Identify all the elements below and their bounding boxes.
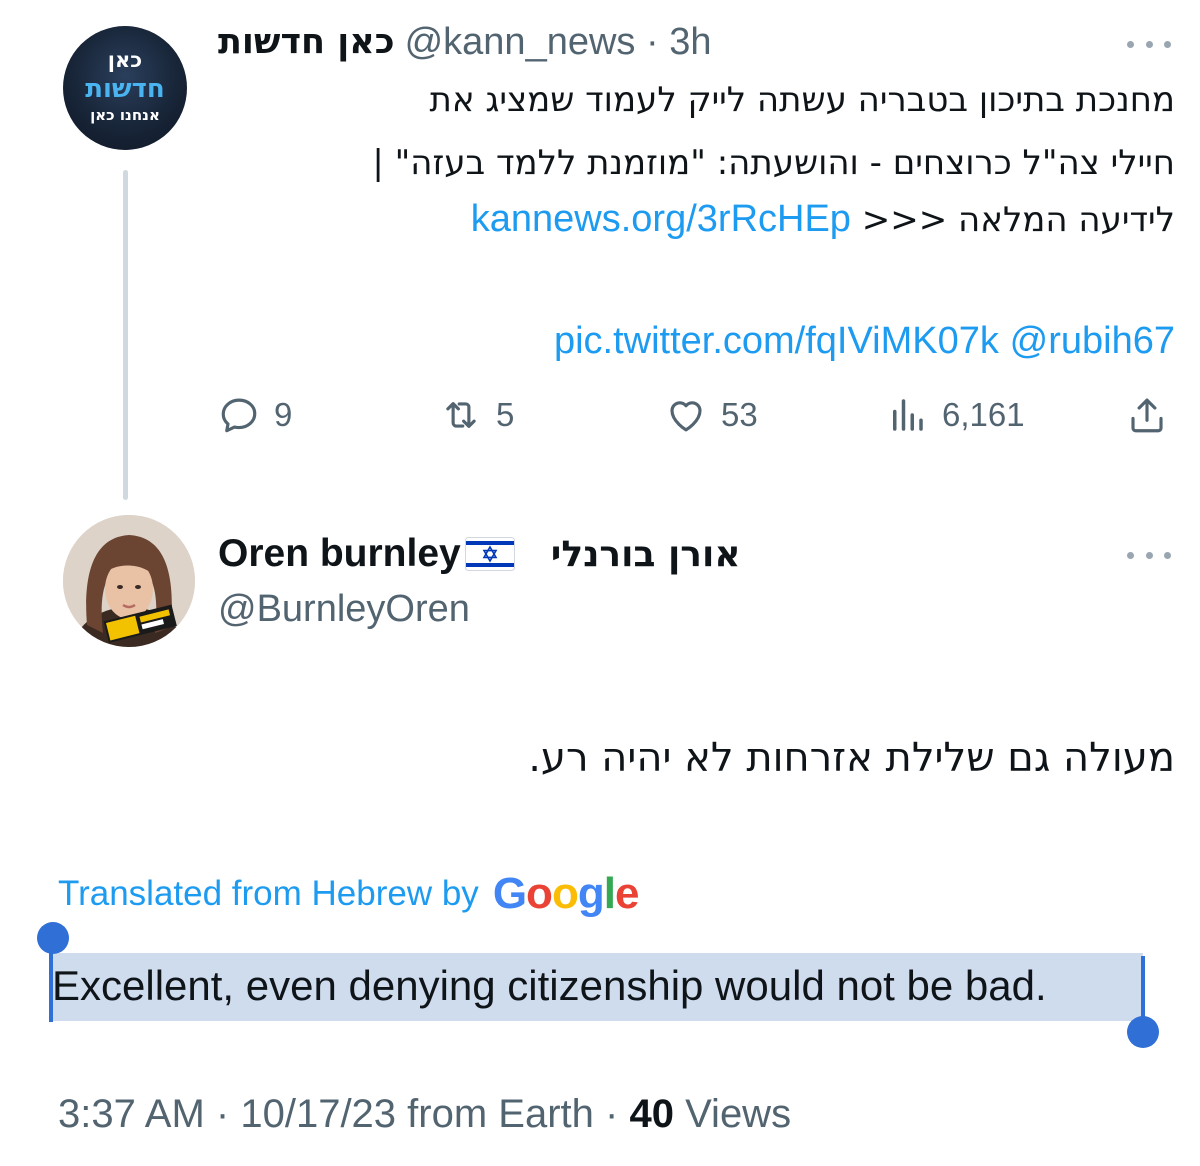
oren-avatar[interactable] <box>63 515 195 647</box>
retweet-count: 5 <box>496 396 515 433</box>
reply-text-hebrew: מעולה גם שלילת אזרחות לא יהיה רע. <box>528 735 1175 781</box>
translated-text[interactable]: Excellent, even denying citizenship woul… <box>52 962 1047 1010</box>
reply-handle[interactable]: @BurnleyOren <box>218 588 470 631</box>
avatar-portrait-image <box>63 515 195 647</box>
kann-news-avatar[interactable]: כאן חדשות אנחנו כאן <box>63 26 187 150</box>
reply-more-options-icon[interactable] <box>1127 545 1171 565</box>
parent-time-ago[interactable]: 3h <box>669 21 711 63</box>
reply-tweet-header: Oren burnley אורן בורנלי <box>218 528 741 580</box>
tweet-date[interactable]: 10/17/23 <box>240 1092 396 1136</box>
thread-connector-line <box>123 170 128 500</box>
views-count: 6,161 <box>942 396 1025 433</box>
footer-separator: · <box>215 1092 230 1136</box>
tweet-source: from Earth <box>407 1092 594 1136</box>
parent-body-line3: לידיעה המלאה <<< kannews.org/3rRcHEp <box>471 194 1175 244</box>
tweet-footer: 3:37 AM · 10/17/23 from Earth · 40 Views <box>58 1092 791 1137</box>
meta-separator: · <box>645 20 659 63</box>
share-icon <box>1131 398 1163 433</box>
selection-start-handle[interactable] <box>37 922 69 954</box>
avatar-text-line3: אנחנו כאן <box>90 106 160 124</box>
reply-icon <box>221 398 257 433</box>
retweet-icon <box>446 402 476 428</box>
parent-body-line2: חיילי צה"ל כרוצחים - והושעתה: "מוזמנת לל… <box>372 143 1175 183</box>
avatar-text-line1: כאן <box>107 48 143 72</box>
tweet-views-count[interactable]: 40 <box>629 1092 674 1136</box>
pic-link[interactable]: pic.twitter.com/fqIViMK07k <box>554 320 999 362</box>
tweet-time[interactable]: 3:37 AM <box>58 1092 205 1136</box>
selection-start-handle-bar <box>49 948 53 1022</box>
heart-icon <box>670 401 702 432</box>
parent-body-line1: מחנכת בתיכון בטבריה עשתה לייק לעמוד שמצי… <box>429 80 1175 120</box>
reply-count: 9 <box>274 396 293 433</box>
reply-display-name-hebrew[interactable]: אורן בורנלי <box>551 534 741 575</box>
selection-end-handle[interactable] <box>1127 1016 1159 1048</box>
parent-more-options-icon[interactable] <box>1127 34 1171 54</box>
translation-attribution: Translated from Hebrew by Google <box>58 866 640 922</box>
google-logo: Google <box>492 869 640 918</box>
avatar-text-line2: חדשות <box>85 74 165 104</box>
translated-from-label: Translated from Hebrew by <box>58 874 479 913</box>
mention-link[interactable]: @rubih67 <box>1010 320 1175 362</box>
like-count: 53 <box>721 396 758 433</box>
retweet-button[interactable]: 5 <box>440 390 514 440</box>
views-button[interactable]: 6,161 <box>886 390 1025 440</box>
footer-separator: · <box>605 1092 619 1136</box>
share-button[interactable] <box>1126 390 1182 440</box>
parent-tweet-header: כאן חדשות @kann_news · 3h <box>218 18 711 66</box>
israel-flag-icon <box>464 537 515 571</box>
tweet-views-label: Views <box>685 1092 792 1136</box>
reply-button[interactable]: 9 <box>218 390 292 440</box>
parent-body-line4: pic.twitter.com/fqIViMK07k @rubih67 <box>554 316 1175 366</box>
parent-body-line3-text: לידיעה המלאה <<< <box>861 200 1175 240</box>
reply-display-name[interactable]: Oren burnley <box>218 532 461 576</box>
like-button[interactable]: 53 <box>665 390 758 440</box>
parent-display-name[interactable]: כאן חדשות <box>218 22 395 62</box>
views-chart-icon <box>893 399 923 431</box>
article-link[interactable]: kannews.org/3rRcHEp <box>471 198 851 240</box>
parent-handle[interactable]: @kann_news <box>405 21 636 63</box>
